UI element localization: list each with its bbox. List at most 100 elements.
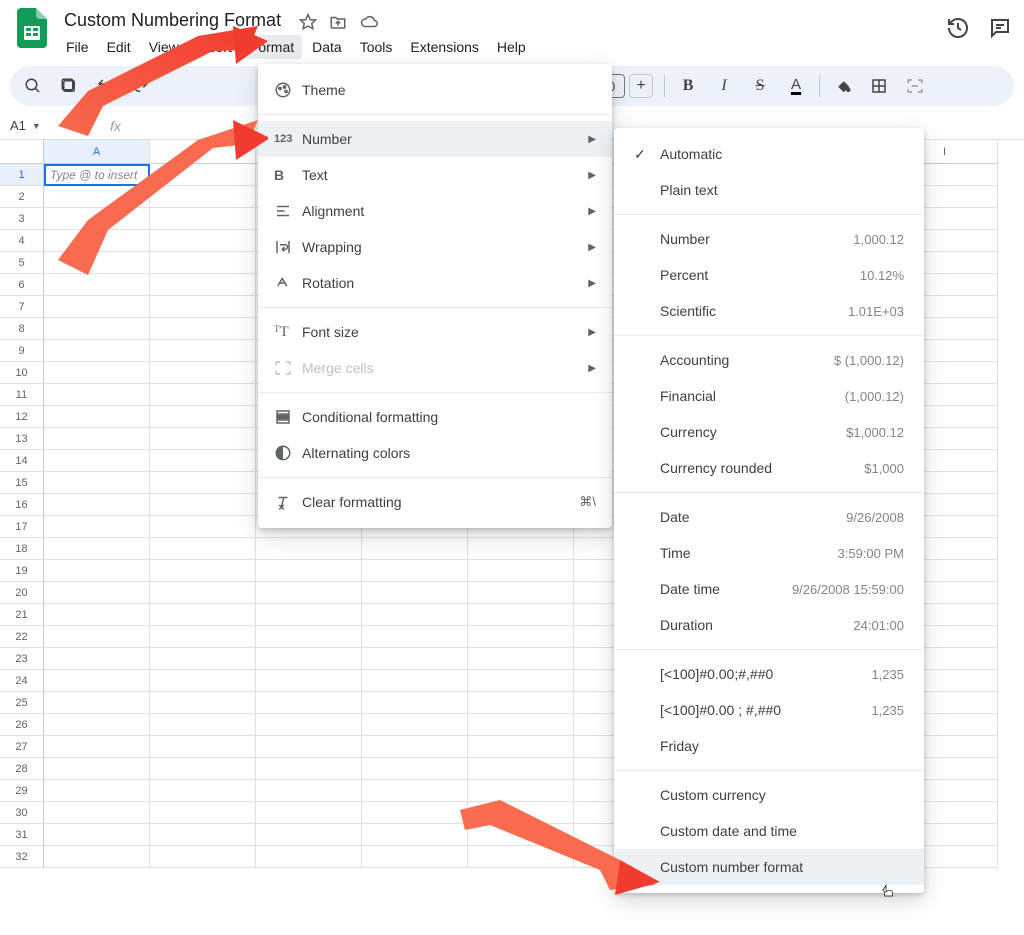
history-icon[interactable] [946,16,970,40]
name-box[interactable]: A1 ▼ [0,118,50,133]
cell[interactable] [150,802,256,824]
num-scientific[interactable]: Scientific1.01E+03 [614,293,924,329]
cell[interactable] [44,670,150,692]
cell[interactable] [362,648,468,670]
menu-wrapping[interactable]: Wrapping ▶ [258,229,612,265]
num-datetime[interactable]: Date time9/26/2008 15:59:00 [614,571,924,607]
cell[interactable] [256,758,362,780]
cell[interactable] [44,758,150,780]
cell[interactable] [150,648,256,670]
row-header[interactable]: 14 [0,450,44,472]
row-header[interactable]: 16 [0,494,44,516]
num-accounting[interactable]: Accounting$ (1,000.12) [614,342,924,378]
row-header[interactable]: 24 [0,670,44,692]
cell[interactable] [44,340,150,362]
menu-extensions[interactable]: Extensions [402,35,486,59]
row-header[interactable]: 1 [0,164,44,186]
row-header[interactable]: 12 [0,406,44,428]
cell[interactable] [44,604,150,626]
cell[interactable] [256,560,362,582]
strikethrough-icon[interactable]: S [747,73,773,99]
num-automatic[interactable]: ✓ Automatic [614,136,924,172]
cell[interactable] [468,758,574,780]
cell[interactable] [362,626,468,648]
star-icon[interactable] [299,13,317,31]
row-header[interactable]: 21 [0,604,44,626]
row-header[interactable]: 32 [0,846,44,868]
num-number[interactable]: Number1,000.12 [614,221,924,257]
cell[interactable] [44,362,150,384]
bold-icon[interactable]: B [675,73,701,99]
row-header[interactable]: 18 [0,538,44,560]
cell[interactable] [256,714,362,736]
menu-data[interactable]: Data [304,35,350,59]
num-friday[interactable]: Friday [614,728,924,764]
cell[interactable] [150,428,256,450]
cell[interactable] [468,648,574,670]
menu-theme[interactable]: Theme [258,72,612,108]
cell[interactable] [150,626,256,648]
menu-number[interactable]: 123 Number ▶ [258,121,612,157]
borders-icon[interactable] [866,73,892,99]
cell[interactable] [150,758,256,780]
row-header[interactable]: 20 [0,582,44,604]
cell[interactable] [44,384,150,406]
cell[interactable] [150,780,256,802]
row-header[interactable]: 19 [0,560,44,582]
cell[interactable] [362,560,468,582]
cell[interactable] [44,846,150,868]
menu-fontsize[interactable]: TT Font size ▶ [258,314,612,350]
cell[interactable] [468,692,574,714]
cell[interactable] [44,692,150,714]
cell[interactable] [150,714,256,736]
cell[interactable] [468,736,574,758]
cell[interactable] [150,472,256,494]
num-custom-datetime[interactable]: Custom date and time [614,813,924,849]
cell[interactable] [150,560,256,582]
cell[interactable] [44,318,150,340]
cell[interactable] [468,714,574,736]
cell[interactable] [150,340,256,362]
cell[interactable] [362,802,468,824]
cell[interactable] [468,604,574,626]
cell[interactable] [44,780,150,802]
num-custom-number[interactable]: Custom number format [614,849,924,885]
cell[interactable] [44,560,150,582]
cell[interactable] [44,582,150,604]
cell[interactable] [256,692,362,714]
cell[interactable] [362,824,468,846]
text-color-icon[interactable]: A [783,73,809,99]
menu-rotation[interactable]: Rotation ▶ [258,265,612,301]
cell[interactable] [256,582,362,604]
cell[interactable] [256,846,362,868]
cell[interactable] [44,296,150,318]
row-header[interactable]: 3 [0,208,44,230]
num-financial[interactable]: Financial(1,000.12) [614,378,924,414]
num-time[interactable]: Time3:59:00 PM [614,535,924,571]
cell[interactable] [256,538,362,560]
cell[interactable] [44,450,150,472]
row-header[interactable]: 25 [0,692,44,714]
cell[interactable] [468,670,574,692]
menu-help[interactable]: Help [489,35,534,59]
row-header[interactable]: 8 [0,318,44,340]
row-header[interactable]: 4 [0,230,44,252]
row-header[interactable]: 30 [0,802,44,824]
cell[interactable] [256,736,362,758]
cell[interactable] [468,780,574,802]
cell[interactable] [468,538,574,560]
num-custom-currency[interactable]: Custom currency [614,777,924,813]
cell[interactable] [150,406,256,428]
cloud-status-icon[interactable] [359,13,379,31]
cell[interactable] [150,538,256,560]
menu-text[interactable]: B Text ▶ [258,157,612,193]
row-header[interactable]: 28 [0,758,44,780]
row-header[interactable]: 11 [0,384,44,406]
cell[interactable] [256,824,362,846]
cell[interactable] [150,582,256,604]
cell[interactable] [468,560,574,582]
cell[interactable] [362,846,468,868]
cell[interactable] [150,494,256,516]
cell[interactable] [44,802,150,824]
num-custom2[interactable]: [<100]#0.00 ; #,##01,235 [614,692,924,728]
